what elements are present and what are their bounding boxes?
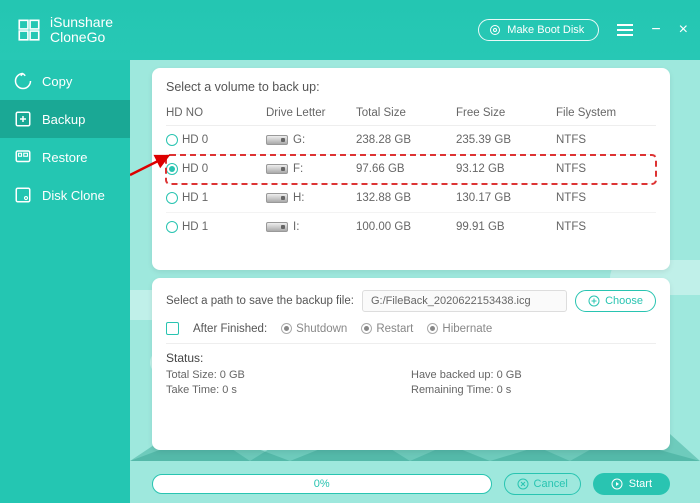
drive-letter: H:	[266, 192, 356, 204]
drive-icon	[266, 164, 288, 174]
status-remain: Remaining Time: 0 s	[411, 384, 656, 396]
free-size: 235.39 GB	[456, 134, 556, 146]
main-panel: Select a volume to back up: HD NO Drive …	[130, 60, 700, 503]
drive-icon	[266, 193, 288, 203]
restore-icon	[14, 148, 32, 166]
backup-settings-card: Select a path to save the backup file: C…	[152, 278, 670, 450]
app-window: iSunshare CloneGo Make Boot Disk − × Cop…	[0, 0, 700, 503]
plus-circle-icon	[588, 295, 600, 307]
drive-letter: I:	[266, 221, 356, 233]
sidebar-item-restore[interactable]: Restore	[0, 138, 130, 176]
start-label: Start	[629, 478, 652, 490]
after-shutdown-radio[interactable]: Shutdown	[281, 323, 347, 335]
status-backed: Have backed up: 0 GB	[411, 369, 656, 381]
menu-icon[interactable]	[617, 24, 633, 36]
volume-row[interactable]: HD 1I:100.00 GB99.91 GBNTFS	[166, 213, 656, 241]
free-size: 93.12 GB	[456, 163, 556, 175]
volume-row[interactable]: HD 0G:238.28 GB235.39 GBNTFS	[166, 126, 656, 155]
sidebar-item-label: Restore	[42, 150, 88, 165]
volume-radio[interactable]: HD 0	[166, 134, 266, 146]
after-finished-label: After Finished:	[193, 323, 267, 335]
copy-icon	[14, 72, 32, 90]
after-restart-radio[interactable]: Restart	[361, 323, 413, 335]
total-size: 132.88 GB	[356, 192, 456, 204]
progress-bar: 0%	[152, 474, 492, 494]
choose-path-button[interactable]: Choose	[575, 290, 656, 312]
choose-label: Choose	[605, 295, 643, 307]
play-icon	[611, 478, 623, 490]
make-boot-disk-button[interactable]: Make Boot Disk	[478, 19, 599, 41]
path-label: Select a path to save the backup file:	[166, 295, 354, 307]
disk-clone-icon	[14, 186, 32, 204]
drive-icon	[266, 135, 288, 145]
cancel-icon	[517, 478, 529, 490]
logo-icon	[16, 17, 42, 43]
title-bar: iSunshare CloneGo Make Boot Disk − ×	[0, 0, 700, 60]
volume-radio[interactable]: HD 0	[166, 163, 266, 175]
drive-letter: F:	[266, 163, 356, 175]
col-hdno: HD NO	[166, 107, 266, 119]
total-size: 238.28 GB	[356, 134, 456, 146]
backup-path-input[interactable]	[362, 290, 567, 312]
file-system: NTFS	[556, 134, 636, 146]
after-hibernate-radio[interactable]: Hibernate	[427, 323, 492, 335]
sidebar-item-label: Disk Clone	[42, 188, 105, 203]
sidebar-item-backup[interactable]: Backup	[0, 100, 130, 138]
boot-disk-label: Make Boot Disk	[507, 24, 584, 36]
col-letter: Drive Letter	[266, 107, 356, 119]
status-take: Take Time: 0 s	[166, 384, 411, 396]
file-system: NTFS	[556, 163, 636, 175]
start-button[interactable]: Start	[593, 473, 670, 495]
annotation-arrow	[130, 150, 178, 180]
status-total: Total Size: 0 GB	[166, 369, 411, 381]
cancel-button[interactable]: Cancel	[504, 473, 581, 495]
close-button[interactable]: ×	[679, 21, 688, 39]
volume-list-card: Select a volume to back up: HD NO Drive …	[152, 68, 670, 270]
total-size: 97.66 GB	[356, 163, 456, 175]
sidebar-item-label: Backup	[42, 112, 85, 127]
status-section: Status: Total Size: 0 GB Have backed up:…	[166, 351, 656, 396]
col-total: Total Size	[356, 107, 456, 119]
app-logo: iSunshare CloneGo	[0, 15, 113, 46]
drive-icon	[266, 222, 288, 232]
select-volume-title: Select a volume to back up:	[166, 80, 656, 94]
total-size: 100.00 GB	[356, 221, 456, 233]
minimize-button[interactable]: −	[651, 21, 660, 39]
drive-letter: G:	[266, 134, 356, 146]
bottom-bar: 0% Cancel Start	[152, 473, 670, 495]
after-finished-checkbox[interactable]	[166, 322, 179, 335]
volume-row[interactable]: HD 1H:132.88 GB130.17 GBNTFS	[166, 184, 656, 213]
app-title-1: iSunshare	[50, 15, 113, 30]
volume-radio[interactable]: HD 1	[166, 221, 266, 233]
file-system: NTFS	[556, 221, 636, 233]
free-size: 130.17 GB	[456, 192, 556, 204]
status-title: Status:	[166, 351, 656, 365]
sidebar-item-copy[interactable]: Copy	[0, 62, 130, 100]
app-title-2: CloneGo	[50, 30, 113, 45]
backup-icon	[14, 110, 32, 128]
sidebar: Copy Backup Restore Disk Clone	[0, 60, 130, 503]
col-fs: File System	[556, 107, 636, 119]
free-size: 99.91 GB	[456, 221, 556, 233]
sidebar-item-disk-clone[interactable]: Disk Clone	[0, 176, 130, 214]
window-controls: − ×	[617, 21, 688, 39]
col-free: Free Size	[456, 107, 556, 119]
disc-icon	[489, 24, 501, 36]
volume-table-header: HD NO Drive Letter Total Size Free Size …	[166, 103, 656, 126]
cancel-label: Cancel	[534, 478, 568, 490]
volume-row[interactable]: HD 0F:97.66 GB93.12 GBNTFS	[166, 155, 656, 184]
sidebar-item-label: Copy	[42, 74, 72, 89]
file-system: NTFS	[556, 192, 636, 204]
volume-radio[interactable]: HD 1	[166, 192, 266, 204]
